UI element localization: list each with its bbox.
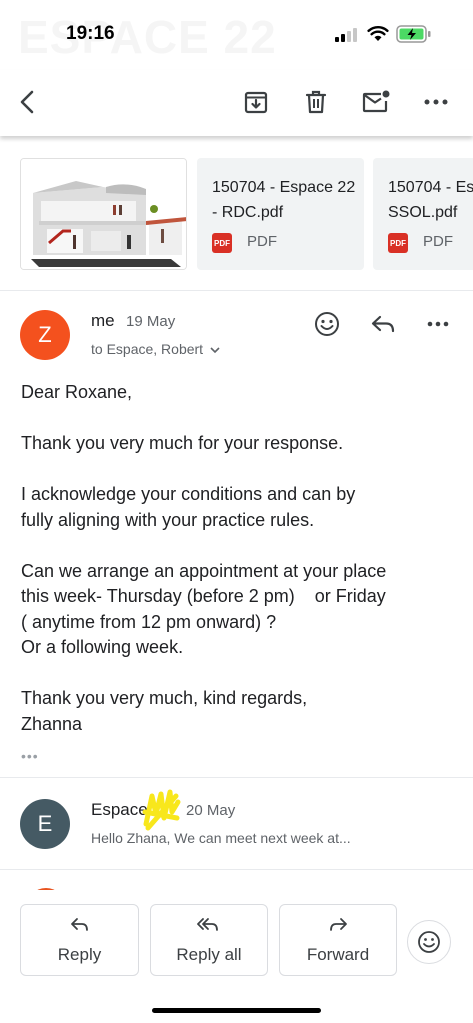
body-line: Thank you very much for your response. <box>21 433 344 453</box>
reply-label: Reply <box>57 945 102 964</box>
show-trimmed-content-button[interactable]: ••• <box>21 748 39 764</box>
archive-button[interactable] <box>240 86 272 118</box>
body-line: Can we arrange an appointment at your pl… <box>21 560 387 581</box>
more-options-button[interactable] <box>420 86 452 118</box>
recipients-text: to Espace, Robert <box>91 341 204 357</box>
message-date: 19 May <box>126 313 176 330</box>
body-line <box>21 406 461 432</box>
status-bar: ESPACE 22 19:16 <box>0 0 473 70</box>
mark-unread-icon <box>362 90 390 113</box>
body-line <box>21 533 461 559</box>
body-line <box>21 457 461 483</box>
signal-icon <box>335 28 357 42</box>
more-horizontal-icon <box>427 321 449 327</box>
message-snippet: Hello Zhana, We can meet next week at... <box>91 830 351 846</box>
redaction-scribble <box>142 789 181 831</box>
body-line: ( anytime from 12 pm onward) ? <box>21 611 277 632</box>
attachments-strip: 150704 - Espace 22 - RDC.pdf PDF PDF 150… <box>0 150 473 280</box>
sender-avatar: E <box>20 799 70 849</box>
body-line: Or a following week. <box>21 637 184 657</box>
archive-icon <box>244 91 268 114</box>
recipients-toggle[interactable]: to Espace, Robert <box>91 341 220 357</box>
attachment-pdf-rdc[interactable]: 150704 - Espace 22 - RDC.pdf PDF PDF <box>197 158 364 270</box>
divider <box>0 777 473 778</box>
divider <box>0 290 473 291</box>
reply-all-button[interactable]: Reply all <box>150 904 268 976</box>
pdf-icon: PDF <box>212 233 232 253</box>
home-indicator[interactable] <box>152 1008 321 1013</box>
reply-all-icon <box>197 918 218 931</box>
message-body: Dear Roxane, Thank you very much for you… <box>21 380 461 737</box>
body-line: Thank you very much, kind regards, <box>21 688 308 708</box>
sender-avatar[interactable]: Z <box>20 310 70 360</box>
wifi-icon <box>367 26 389 41</box>
background-title: ESPACE 22 <box>18 11 277 63</box>
forward-arrow-icon <box>330 918 347 931</box>
divider <box>0 869 473 870</box>
attachment-image-thumbnail[interactable] <box>20 158 187 270</box>
message-more-button[interactable] <box>423 309 453 339</box>
mark-unread-button[interactable] <box>360 86 392 118</box>
emoji-reaction-button[interactable] <box>407 920 451 964</box>
body-line: Dear Roxane, <box>21 382 133 402</box>
more-horizontal-icon <box>424 99 448 105</box>
trash-icon <box>305 90 327 114</box>
smiley-icon <box>418 931 440 953</box>
reply-all-label: Reply all <box>176 945 242 964</box>
message-toolbar <box>0 70 473 136</box>
reply-button[interactable]: Reply <box>20 904 139 976</box>
sender-name: me <box>91 311 115 330</box>
reply-action-bar: Reply Reply all Forward <box>0 890 473 1023</box>
message-date: 20 May <box>186 802 236 819</box>
smiley-icon <box>315 312 339 336</box>
delete-button[interactable] <box>300 86 332 118</box>
building-rendering-image <box>21 159 186 269</box>
battery-charging-icon <box>396 25 431 43</box>
back-button[interactable] <box>12 86 44 118</box>
chevron-down-icon <box>210 347 220 354</box>
reply-icon-button[interactable] <box>368 309 398 339</box>
reply-arrow-icon <box>371 315 395 333</box>
react-button[interactable] <box>312 309 342 339</box>
forward-button[interactable]: Forward <box>279 904 397 976</box>
pdf-icon: PDF <box>388 233 408 253</box>
body-line: I acknowledge your conditions and can by <box>21 484 356 504</box>
sender-name: Espace <box>91 800 148 819</box>
body-line: Zhanna <box>21 713 83 734</box>
body-line <box>21 661 461 687</box>
body-line: fully aligning with your practice rules. <box>21 509 315 530</box>
reply-arrow-icon <box>70 918 88 931</box>
chevron-left-icon <box>20 90 34 114</box>
attachment-filename: 150704 - Espace 22 - RDC.pdf <box>212 179 356 221</box>
status-time: 19:16 <box>66 23 115 44</box>
attachment-pdf-ssol[interactable]: 150704 - Espace 22 - SSOL.pdf PDF PDF <box>373 158 473 270</box>
attachment-type-label: PDF <box>423 233 453 250</box>
forward-label: Forward <box>306 945 370 964</box>
attachment-type-label: PDF <box>247 233 277 250</box>
body-line: this week- Thursday (before 2 pm) or Fri… <box>21 586 386 606</box>
attachment-filename: 150704 - Espace 22 - SSOL.pdf <box>388 179 473 221</box>
